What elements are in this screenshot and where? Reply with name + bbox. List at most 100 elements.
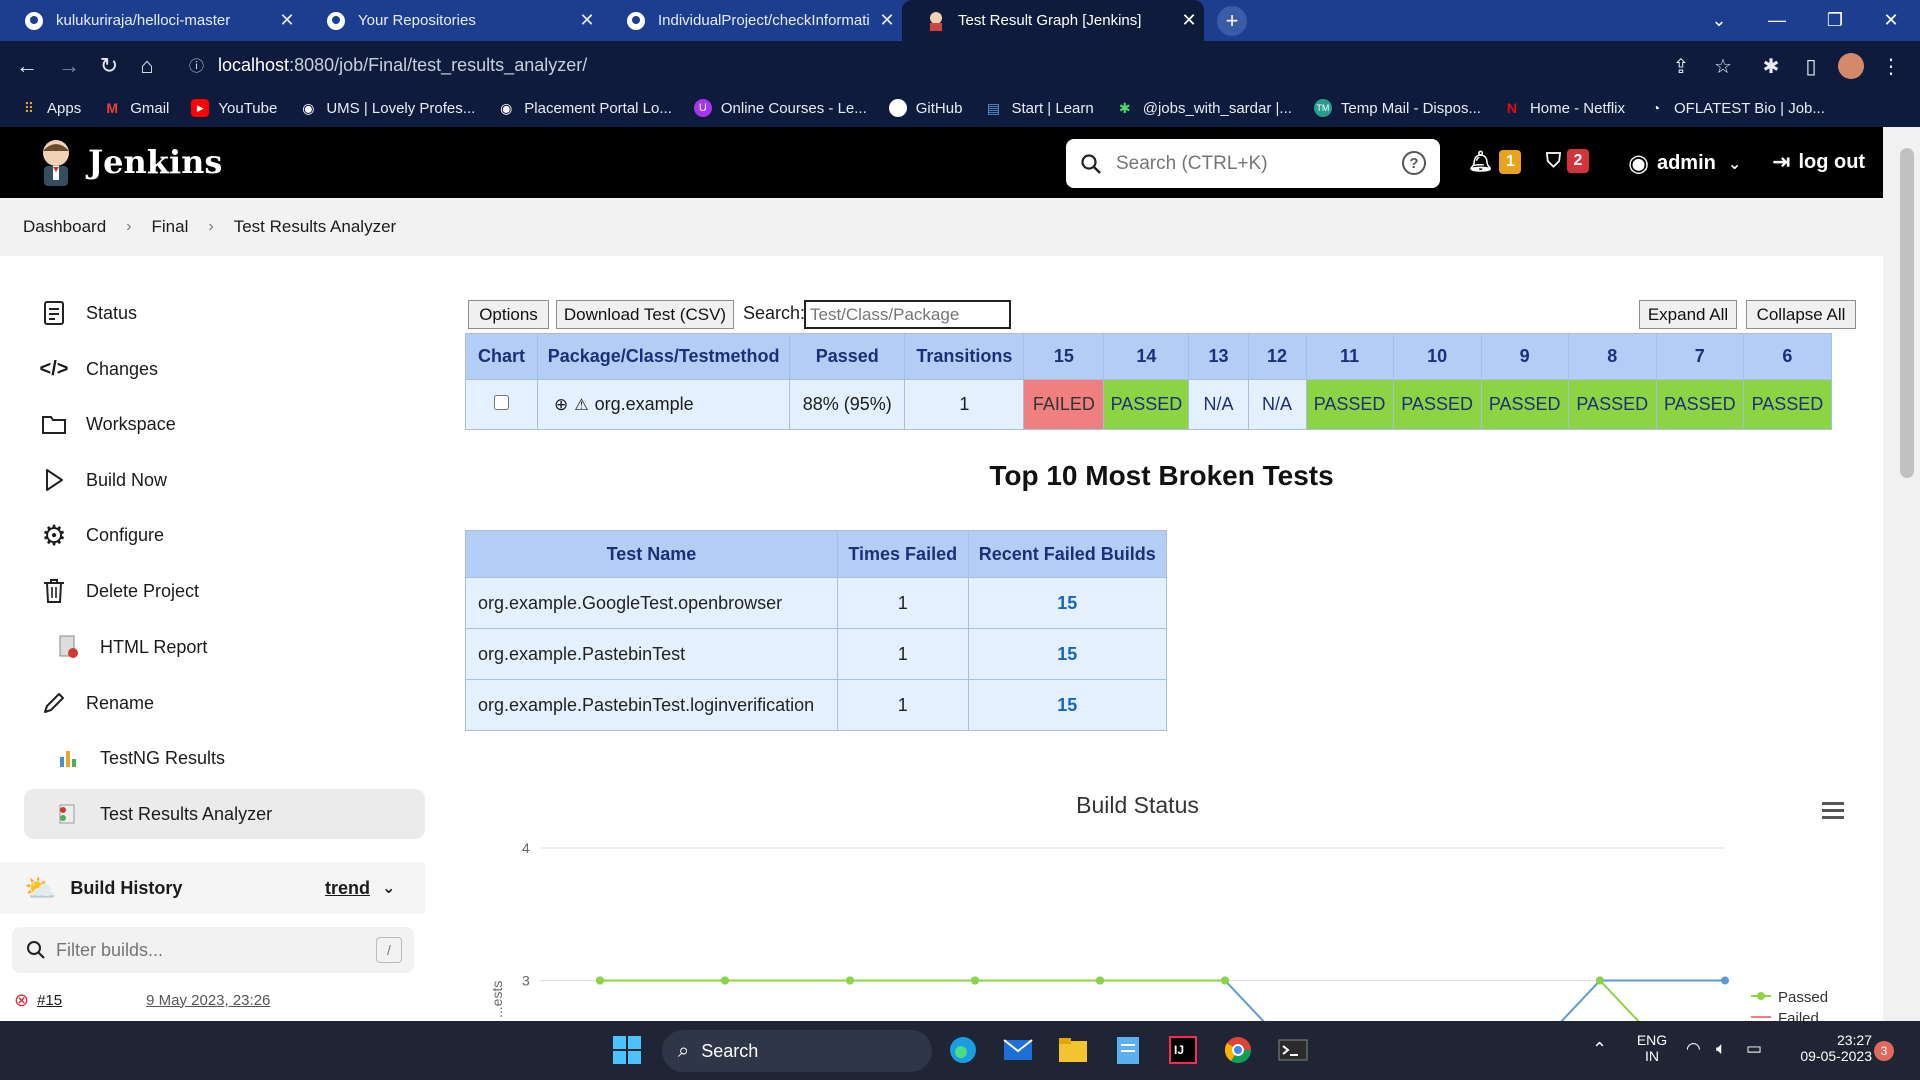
bookmark[interactable]: ✱ @jobs_with_sardar |... xyxy=(1116,99,1292,117)
notepad-icon[interactable] xyxy=(1111,1033,1145,1067)
data-point-failed[interactable] xyxy=(1721,976,1729,985)
bookmark[interactable]: ◉ Placement Portal Lo... xyxy=(497,99,672,117)
series-line-failed[interactable] xyxy=(600,979,1725,1022)
volume-icon[interactable]: 🔈︎ xyxy=(1716,1039,1726,1059)
sidebar-item-changes[interactable]: </> Changes xyxy=(24,344,425,394)
bookmark[interactable]: N Home - Netflix xyxy=(1503,99,1625,117)
home-icon[interactable]: ⌂ xyxy=(130,49,164,83)
sidebar-item-rename[interactable]: Rename xyxy=(24,678,425,728)
options-button[interactable]: Options xyxy=(468,300,549,329)
sidebar-item-html-report[interactable]: HTML Report xyxy=(24,622,425,672)
data-point-passed[interactable] xyxy=(1096,976,1104,985)
breadcrumb-current[interactable]: Test Results Analyzer xyxy=(234,217,397,237)
jenkins-logo[interactable]: Jenkins xyxy=(36,137,222,187)
expand-all-button[interactable]: Expand All xyxy=(1639,300,1737,329)
intellij-icon[interactable]: IJ xyxy=(1166,1033,1200,1067)
sidebar-item-configure[interactable]: ⚙ Configure xyxy=(24,510,425,560)
help-icon[interactable]: ? xyxy=(1402,151,1426,175)
sidebar-item-status[interactable]: Status xyxy=(24,288,425,338)
minimize-icon[interactable]: — xyxy=(1748,0,1806,41)
clock[interactable]: 23:27 09-05-2023 xyxy=(1782,1032,1872,1064)
collapse-all-button[interactable]: Collapse All xyxy=(1746,300,1856,329)
mail-icon[interactable] xyxy=(1001,1033,1035,1067)
legend-passed[interactable]: Passed xyxy=(1778,989,1828,1006)
taskbar-search[interactable]: ⌕ Search xyxy=(662,1030,932,1072)
chart-legend[interactable]: Passed Failed xyxy=(1751,989,1828,1021)
trend-link[interactable]: trend xyxy=(325,878,370,899)
logout-button[interactable]: ⇥ log out xyxy=(1772,149,1865,175)
close-icon[interactable]: ✕ xyxy=(872,10,902,31)
new-tab-icon[interactable]: + xyxy=(1217,6,1247,36)
bookmark[interactable]: M Gmail xyxy=(103,99,169,117)
series-line-passed[interactable] xyxy=(600,979,1725,1022)
wifi-icon[interactable]: ◠ xyxy=(1686,1039,1701,1059)
sidebar-item-testng-results[interactable]: TestNG Results xyxy=(24,733,425,783)
filter-builds[interactable]: / xyxy=(12,927,414,973)
download-csv-button[interactable]: Download Test (CSV) xyxy=(556,300,734,329)
data-point-passed[interactable] xyxy=(971,976,979,985)
browser-tab[interactable]: Your Repositories ✕ xyxy=(302,0,602,41)
bookmark[interactable]: GitHub xyxy=(888,99,962,117)
profile-avatar[interactable] xyxy=(1838,53,1864,79)
browser-tab[interactable]: IndividualProject/checkInformati ✕ xyxy=(602,0,902,41)
chart-menu-icon[interactable] xyxy=(1822,800,1844,820)
data-point-passed[interactable] xyxy=(846,976,854,985)
close-icon[interactable]: ✕ xyxy=(572,10,602,31)
close-icon[interactable]: ✕ xyxy=(1174,10,1204,31)
failed-build-link[interactable]: 15 xyxy=(967,679,1168,731)
data-point-passed[interactable] xyxy=(596,976,604,985)
sidebar-item-delete-project[interactable]: Delete Project xyxy=(24,566,425,616)
chevron-down-icon[interactable]: ⌄ xyxy=(1690,0,1748,41)
failed-build-link[interactable]: 15 xyxy=(967,628,1168,680)
bookmark[interactable]: ⠿ Apps xyxy=(20,99,81,117)
battery-icon[interactable]: ▭ xyxy=(1746,1039,1762,1059)
restore-icon[interactable]: ❐ xyxy=(1806,0,1864,41)
scrollbar-thumb[interactable] xyxy=(1900,148,1914,478)
share-icon[interactable]: ⇪ xyxy=(1668,53,1694,79)
build-date-link[interactable]: 9 May 2023, 23:26 xyxy=(146,992,270,1009)
bookmark[interactable]: ◔ OFLATEST Bio | Job... xyxy=(1647,99,1825,117)
data-point-passed[interactable] xyxy=(1596,976,1604,985)
close-window-icon[interactable]: ✕ xyxy=(1862,0,1920,41)
notifications-button[interactable]: 🔔︎ 1 xyxy=(1468,149,1522,174)
back-icon[interactable]: ← xyxy=(10,49,44,83)
test-search-input[interactable] xyxy=(804,300,1011,329)
url-bar[interactable]: ⓘ localhost:8080/job/Final/test_results_… xyxy=(175,47,1760,83)
browser-tab-active[interactable]: Test Result Graph [Jenkins] ✕ xyxy=(902,0,1204,41)
user-menu[interactable]: ◉ admin ⌄ xyxy=(1628,149,1741,178)
bookmark[interactable]: ▶ YouTube xyxy=(191,99,277,117)
browser-tab[interactable]: kulukuriraja/helloci-master ✕ xyxy=(0,0,302,41)
star-icon[interactable]: ☆ xyxy=(1710,53,1736,79)
reload-icon[interactable]: ↻ xyxy=(92,49,126,83)
data-point-passed[interactable] xyxy=(1221,976,1229,985)
terminal-icon[interactable] xyxy=(1276,1033,1310,1067)
chevron-up-icon[interactable]: ⌃ xyxy=(1592,1039,1607,1060)
notification-count-badge[interactable]: 3 xyxy=(1874,1041,1894,1061)
filter-builds-input[interactable] xyxy=(56,939,356,961)
expand-icon[interactable]: ⊕ xyxy=(554,395,568,414)
failed-build-link[interactable]: 15 xyxy=(967,577,1168,629)
menu-icon[interactable]: ⋮ xyxy=(1878,53,1904,79)
close-icon[interactable]: ✕ xyxy=(272,10,302,31)
side-panel-icon[interactable]: ▯ xyxy=(1798,53,1824,79)
bookmark[interactable]: U Online Courses - Le... xyxy=(693,99,867,117)
chevron-down-icon[interactable]: ⌄ xyxy=(382,878,395,898)
chart-checkbox[interactable] xyxy=(494,395,510,410)
security-button[interactable]: ⛉ 2 xyxy=(1546,149,1589,173)
bookmark[interactable]: ▤ Start | Learn xyxy=(984,99,1094,117)
data-point-passed[interactable] xyxy=(721,976,729,985)
build-number-link[interactable]: #15 xyxy=(37,992,62,1009)
windows-start-icon[interactable] xyxy=(610,1033,644,1067)
sidebar-item-build-now[interactable]: Build Now xyxy=(24,455,425,505)
jenkins-search[interactable]: ? xyxy=(1066,139,1440,188)
language-indicator[interactable]: ENG IN xyxy=(1632,1032,1672,1064)
sidebar-item-test-results-analyzer[interactable]: Test Results Analyzer xyxy=(24,789,425,839)
extensions-icon[interactable]: ✱ xyxy=(1758,53,1784,79)
edge-icon[interactable] xyxy=(946,1033,980,1067)
search-input[interactable] xyxy=(1116,152,1396,175)
file-explorer-icon[interactable] xyxy=(1056,1033,1090,1067)
bookmark[interactable]: ◉ UMS | Lovely Profes... xyxy=(299,99,475,117)
forward-icon[interactable]: → xyxy=(52,49,86,83)
bookmark[interactable]: TM Temp Mail - Dispos... xyxy=(1313,99,1481,117)
chrome-icon[interactable] xyxy=(1221,1033,1255,1067)
